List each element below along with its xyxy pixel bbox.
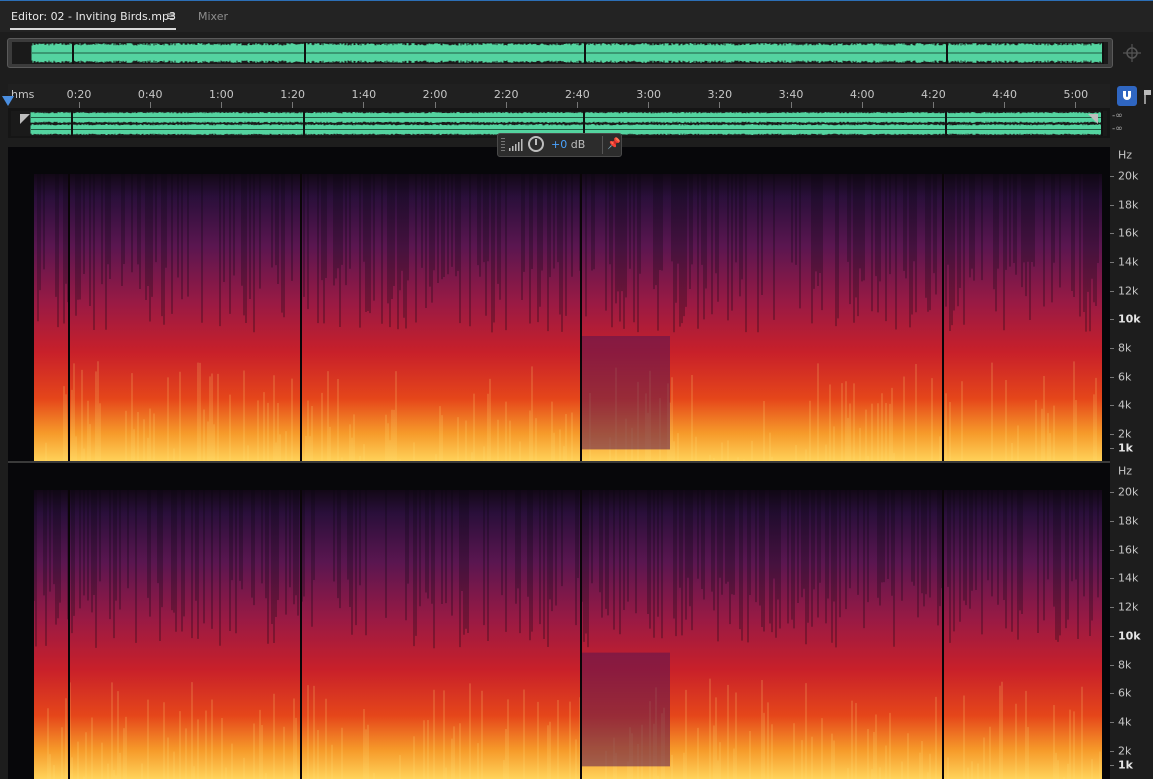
overview-navigator[interactable] [7, 38, 1113, 68]
frequency-tick-mark [1110, 664, 1114, 666]
ruler-tick-label: 0:40 [137, 88, 163, 101]
meter-right: -∞ [1112, 124, 1123, 134]
frequency-tick-label: 10k [1118, 312, 1141, 326]
volume-knob-icon[interactable] [528, 136, 544, 152]
frequency-tick-mark [1110, 578, 1114, 580]
frequency-tick-mark [1110, 348, 1114, 349]
ruler-tick-label: 3:00 [636, 88, 661, 101]
zoom-crosshair-icon[interactable] [1122, 43, 1142, 63]
frequency-tick-mark [1110, 635, 1114, 637]
volume-value-unit: dB [567, 138, 586, 151]
frequency-tick-mark [1110, 765, 1114, 766]
frequency-tick-label: 10k [1118, 629, 1141, 643]
frequency-tick-mark [1110, 492, 1114, 493]
frequency-tick-mark [1110, 520, 1114, 522]
frequency-axis-right: Hz 20k 18k 16k 14k 12k 10k 8k 6k 4k 2k 1k [1110, 463, 1153, 779]
frequency-tick-label: 2k [1118, 427, 1132, 441]
panel-tab-bar: Editor: 02 - Inviting Birds.mp3 ≡ Mixer [0, 0, 1153, 32]
volume-value[interactable]: +0 dB [551, 138, 585, 151]
frequency-tick-label: 6k [1118, 686, 1132, 700]
frequency-unit-label: Hz [1118, 464, 1133, 478]
frequency-tick-label: 18k [1118, 198, 1139, 212]
hud-separator [602, 136, 603, 154]
ruler-tick-label: 2:40 [565, 88, 590, 101]
active-tab-indicator [10, 28, 176, 30]
frequency-tick-mark [1110, 233, 1114, 235]
frequency-tick-mark [1110, 290, 1114, 292]
volume-value-number: +0 [551, 138, 568, 151]
ruler-tick-label: 4:20 [921, 88, 946, 101]
ruler-tick-label: 4:40 [992, 88, 1017, 101]
frequency-unit-label: Hz [1118, 148, 1133, 162]
frequency-axis-left: Hz 20k 18k 16k 14k 12k 10k 8k 6k 4k 2k 1k [1110, 147, 1153, 462]
frequency-tick-label: 18k [1118, 514, 1139, 528]
frequency-tick-mark [1110, 434, 1114, 435]
hud-drag-handle[interactable] [501, 138, 505, 152]
ruler-tick-label: 5:00 [1063, 88, 1089, 101]
fade-in-handle[interactable] [20, 114, 30, 124]
tab-mixer[interactable]: Mixer [198, 10, 228, 23]
hamburger-menu-icon[interactable]: ≡ [166, 9, 176, 23]
frequency-tick-label: 8k [1118, 658, 1132, 672]
ruler-units: hms [11, 88, 35, 101]
frequency-tick-label: 14k [1118, 571, 1139, 585]
frequency-tick-mark [1110, 204, 1114, 206]
ruler-tick-label: 2:00 [422, 88, 448, 101]
frequency-tick-label: 20k [1118, 169, 1139, 183]
frequency-tick-mark [1110, 376, 1114, 378]
pin-icon[interactable]: 📌 [607, 137, 621, 150]
frequency-tick-label: 1k [1118, 758, 1133, 772]
frequency-tick-mark [1110, 549, 1114, 551]
frequency-tick-label: 20k [1118, 485, 1139, 499]
frequency-tick-label: 8k [1118, 341, 1132, 355]
audio-editor-window: Editor: 02 - Inviting Birds.mp3 ≡ Mixer … [0, 0, 1153, 779]
ruler-tick-label: 1:40 [351, 88, 377, 101]
ruler-tick-label: 3:20 [707, 88, 733, 101]
spectrogram-left-channel[interactable] [8, 147, 1110, 462]
frequency-tick-mark [1110, 607, 1114, 609]
level-bars-icon [509, 139, 523, 151]
frequency-tick-label: 16k [1118, 543, 1139, 557]
playhead-marker[interactable] [2, 96, 14, 106]
frequency-tick-mark [1110, 448, 1114, 449]
frequency-tick-label: 6k [1118, 370, 1132, 384]
spectrogram-right-channel[interactable] [8, 463, 1110, 779]
frequency-tick-mark [1110, 262, 1114, 263]
frequency-tick-mark [1110, 176, 1114, 177]
ruler-tick-label: 0:20 [66, 88, 92, 101]
frequency-tick-label: 12k [1118, 284, 1139, 298]
ruler-tick-label: 4:00 [849, 88, 875, 101]
frequency-tick-mark [1110, 722, 1114, 724]
frequency-tick-label: 12k [1118, 600, 1139, 614]
ruler-tick-label: 1:00 [209, 88, 234, 101]
magnet-snap-icon[interactable] [1117, 86, 1137, 106]
frequency-tick-label: 16k [1118, 226, 1139, 240]
ruler-tick-label: 1:20 [280, 88, 305, 101]
frequency-tick-mark [1110, 693, 1114, 695]
frequency-tick-label: 4k [1118, 715, 1132, 729]
frequency-tick-label: 4k [1118, 398, 1132, 412]
marker-icon[interactable] [1143, 86, 1153, 106]
overview-waveform [12, 42, 1108, 64]
frequency-tick-label: 14k [1118, 255, 1139, 269]
frequency-tick-mark [1110, 319, 1114, 321]
frequency-tick-label: 2k [1118, 744, 1132, 758]
volume-hud[interactable]: +0 dB 📌 [497, 133, 622, 157]
frequency-tick-mark [1110, 751, 1114, 752]
time-ruler[interactable]: hms 0:20 0:40 1:00 1:20 1:40 2:00 2:20 2:40 3:00… [8, 84, 1110, 109]
frequency-tick-label: 1k [1118, 441, 1133, 455]
meter-left: -∞ [1112, 111, 1123, 121]
ruler-tick-label: 2:20 [493, 88, 519, 101]
frequency-tick-mark [1110, 405, 1114, 407]
channel-meter-labels: -∞ -∞ [1112, 110, 1123, 136]
ruler-tick-label: 3:40 [778, 88, 804, 101]
tab-editor[interactable]: Editor: 02 - Inviting Birds.mp3 [11, 10, 176, 23]
fade-out-handle[interactable] [1088, 114, 1098, 124]
